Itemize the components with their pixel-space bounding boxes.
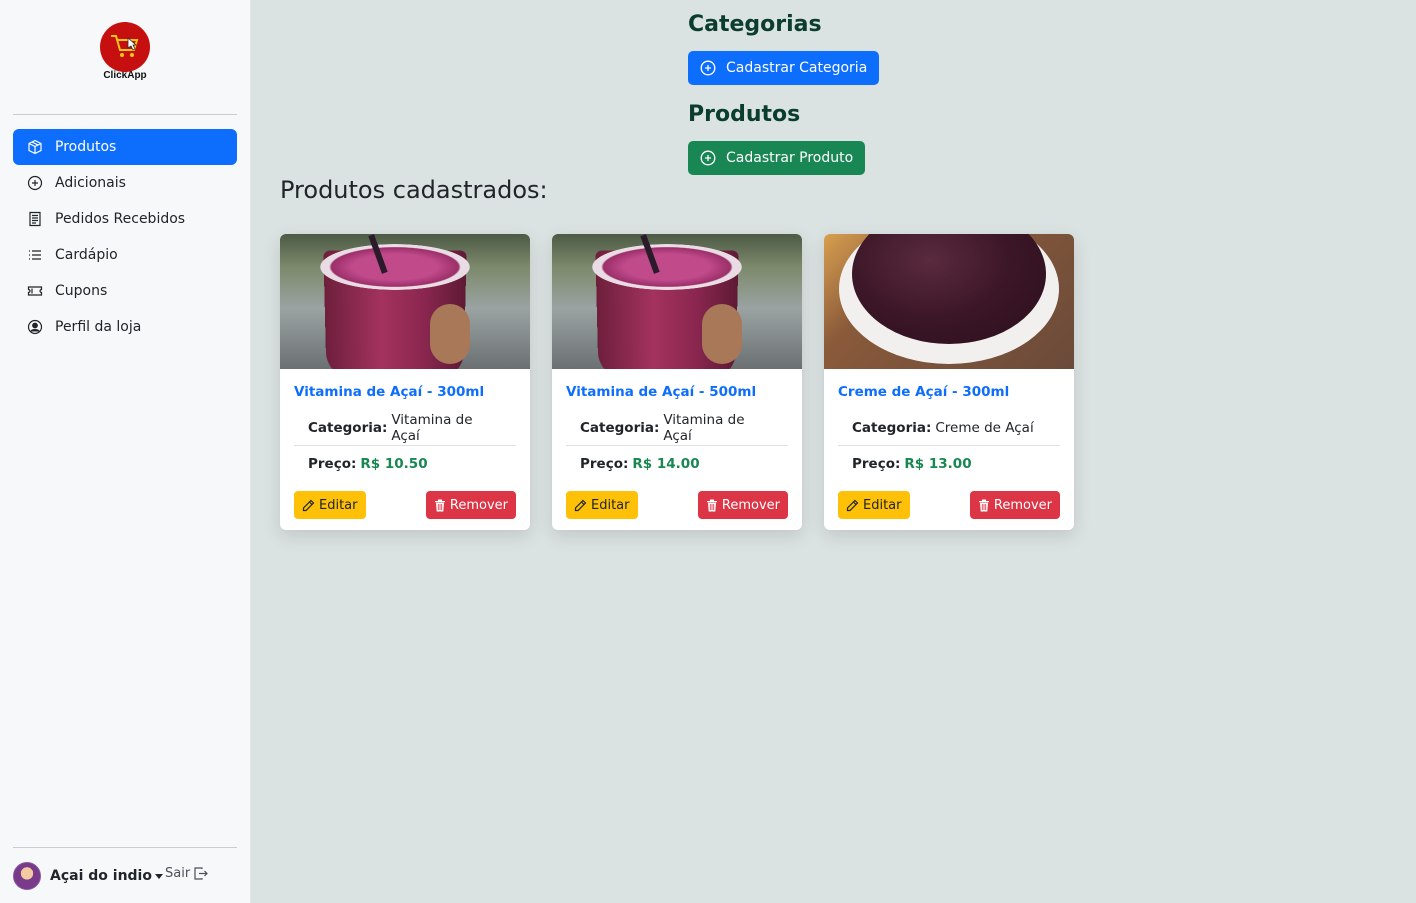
produtos-heading: Produtos (688, 102, 801, 127)
product-card: Creme de Açaí - 300ml Categoria: Creme de… (824, 234, 1074, 530)
sidebar-item-label: Pedidos Recebidos (55, 211, 186, 227)
category-value: Vitamina de Açaí (663, 411, 745, 444)
product-image (552, 234, 802, 369)
sidebar: ClickApp Produtos Adicionais Pedidos Rec… (0, 0, 251, 903)
avatar[interactable] (13, 862, 41, 890)
sidebar-item-label: Cardápio (55, 247, 118, 263)
product-image (280, 234, 530, 369)
category-label: Categoria: (852, 419, 932, 436)
plus-circle-icon (27, 175, 43, 191)
product-name: Vitamina de Açaí - 500ml (566, 384, 757, 400)
trash-icon (434, 499, 445, 511)
trash-icon (706, 499, 717, 511)
logout-icon (194, 866, 209, 880)
user-dropdown[interactable]: Açai do indio (50, 868, 163, 884)
product-card: Vitamina de Açaí - 500ml Categoria: Vitam… (552, 234, 802, 530)
receipt-icon (27, 211, 43, 227)
box-icon (27, 139, 43, 155)
sidebar-item-cardapio[interactable]: Cardápio (13, 237, 237, 273)
sidebar-item-label: Perfil da loja (55, 319, 142, 335)
cadastrar-produto-button[interactable]: Cadastrar Produto (688, 141, 866, 175)
ticket-icon (27, 283, 43, 299)
sidebar-item-label: Adicionais (55, 175, 126, 191)
remove-button[interactable]: Remover (697, 491, 788, 519)
price-value: R$ 10.50 (360, 456, 428, 472)
remove-label: Remover (993, 497, 1052, 513)
edit-label: Editar (863, 497, 902, 513)
categorias-heading: Categorias (688, 12, 822, 37)
sidebar-item-adicionais[interactable]: Adicionais (13, 165, 237, 201)
sidebar-item-label: Produtos (55, 139, 117, 155)
person-circle-icon (27, 319, 43, 335)
product-name: Vitamina de Açaí - 300ml (294, 384, 485, 400)
remove-button[interactable]: Remover (425, 491, 516, 519)
clickapp-logo[interactable]: ClickApp (100, 22, 150, 84)
edit-button[interactable]: Editar (294, 491, 366, 519)
username: Açai do indio (50, 868, 152, 884)
edit-label: Editar (591, 497, 630, 513)
sidebar-item-perfil[interactable]: Perfil da loja (13, 309, 237, 345)
category-value: Creme de Açaí (935, 419, 1034, 436)
product-price: Preço: R$ 14.00 (566, 446, 788, 482)
pencil-icon (846, 499, 859, 511)
product-price: Preço: R$ 13.00 (838, 446, 1060, 482)
list-icon (27, 247, 43, 263)
plus-circle-icon (700, 60, 716, 76)
user-menu: Açai do indio Sair (13, 862, 209, 890)
trash-icon (978, 499, 989, 511)
caret-down-icon (154, 873, 163, 879)
price-value: R$ 14.00 (632, 456, 700, 472)
produtos-cadastrados-heading: Produtos cadastrados: (280, 176, 548, 204)
product-category: Categoria: Vitamina de Açaí (294, 410, 516, 446)
product-card: Vitamina de Açaí - 300ml Categoria: Vitam… (280, 234, 530, 530)
category-label: Categoria: (308, 419, 388, 436)
cart-logo-icon (100, 22, 150, 72)
remove-label: Remover (449, 497, 508, 513)
product-name: Creme de Açaí - 300ml (838, 384, 1010, 400)
logout-link[interactable]: Sair (165, 866, 209, 881)
product-image (824, 234, 1074, 369)
pencil-icon (574, 499, 587, 511)
sidebar-item-pedidos[interactable]: Pedidos Recebidos (13, 201, 237, 237)
sidebar-item-produtos[interactable]: Produtos (13, 129, 237, 165)
product-category: Categoria: Vitamina de Açaí (566, 410, 788, 446)
pencil-icon (302, 499, 315, 511)
sidebar-nav: Produtos Adicionais Pedidos Recebidos Ca… (13, 129, 237, 345)
button-label: Cadastrar Produto (726, 150, 854, 166)
edit-button[interactable]: Editar (566, 491, 638, 519)
edit-label: Editar (319, 497, 358, 513)
button-label: Cadastrar Categoria (726, 60, 868, 76)
divider (13, 847, 237, 848)
sidebar-item-label: Cupons (55, 283, 108, 299)
logout-label: Sair (164, 865, 191, 881)
price-label: Preço: (308, 456, 357, 472)
sidebar-item-cupons[interactable]: Cupons (13, 273, 237, 309)
product-category: Categoria: Creme de Açaí (838, 410, 1060, 446)
plus-circle-icon (700, 150, 716, 166)
category-value: Vitamina de Açaí (391, 411, 473, 444)
price-label: Preço: (580, 456, 629, 472)
remove-button[interactable]: Remover (969, 491, 1060, 519)
divider (13, 114, 237, 115)
category-label: Categoria: (580, 419, 660, 436)
price-value: R$ 13.00 (904, 456, 972, 472)
cadastrar-categoria-button[interactable]: Cadastrar Categoria (688, 51, 880, 85)
edit-button[interactable]: Editar (838, 491, 910, 519)
price-label: Preço: (852, 456, 901, 472)
remove-label: Remover (721, 497, 780, 513)
product-price: Preço: R$ 10.50 (294, 446, 516, 482)
